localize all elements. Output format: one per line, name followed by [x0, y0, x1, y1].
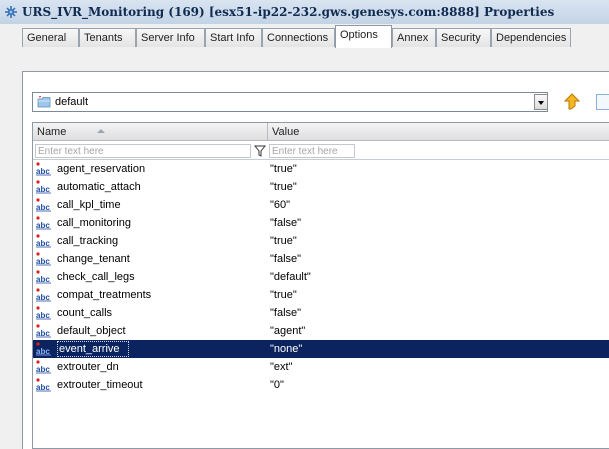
option-value: "60": [270, 199, 291, 211]
tab-start-info[interactable]: Start Info: [205, 28, 262, 47]
option-name: count_calls: [57, 307, 113, 319]
table-row[interactable]: abc check_call_legs "default": [33, 268, 609, 286]
table-row[interactable]: abc extrouter_timeout "0": [33, 376, 609, 394]
table-row[interactable]: abc count_calls "false": [33, 304, 609, 322]
string-option-icon: abc: [36, 324, 51, 338]
string-option-icon: abc: [36, 342, 51, 356]
string-option-icon: abc: [36, 306, 51, 320]
option-name: extrouter_timeout: [57, 379, 143, 391]
option-name: call_monitoring: [57, 217, 131, 229]
option-name: compat_treatments: [57, 289, 152, 301]
option-value: "false": [270, 307, 302, 319]
title-bar[interactable]: URS_IVR_Monitoring (169) [esx51-ip22-232…: [0, 0, 609, 24]
table-row[interactable]: abc call_monitoring "false": [33, 214, 609, 232]
string-option-icon: abc: [36, 288, 51, 302]
option-value: "default": [270, 271, 311, 283]
table-row[interactable]: abc call_kpl_time "60": [33, 196, 609, 214]
tab-options[interactable]: Options: [335, 25, 392, 48]
option-value: "false": [270, 253, 302, 265]
up-level-button[interactable]: [562, 92, 582, 112]
option-name: call_tracking: [57, 235, 119, 247]
option-name: agent_reservation: [57, 163, 146, 175]
table-row[interactable]: abc automatic_attach "true": [33, 178, 609, 196]
column-header-name[interactable]: Name: [33, 123, 267, 140]
filter-row: [33, 142, 609, 160]
tab-dependencies[interactable]: Dependencies: [491, 28, 571, 47]
section-select-value: default: [55, 96, 89, 108]
tab-strip: General Tenants Server Info Start Info C…: [22, 24, 609, 48]
option-value: "false": [270, 217, 302, 229]
filter-icon[interactable]: [254, 145, 266, 157]
option-value: "true": [270, 289, 297, 301]
string-option-icon: abc: [36, 216, 51, 230]
section-select[interactable]: default: [32, 92, 548, 112]
option-name: default_object: [57, 325, 126, 337]
tab-tenants[interactable]: Tenants: [79, 28, 136, 47]
up-arrow-icon: [563, 93, 581, 110]
table-row[interactable]: abc agent_reservation "true": [33, 160, 609, 178]
option-name: check_call_legs: [57, 271, 135, 283]
string-option-icon: abc: [36, 378, 51, 392]
option-name: extrouter_dn: [57, 361, 119, 373]
sort-ascending-icon: [97, 129, 105, 133]
table-row[interactable]: abc extrouter_dn "ext": [33, 358, 609, 376]
string-option-icon: abc: [36, 252, 51, 266]
table-row-selected[interactable]: abc event_arrive "none": [33, 340, 609, 358]
option-value: "true": [270, 235, 297, 247]
grid-rows: abc agent_reservation "true" abc automat…: [33, 160, 609, 394]
table-row[interactable]: abc call_tracking "true": [33, 232, 609, 250]
table-row[interactable]: abc change_tenant "false": [33, 250, 609, 268]
tab-security[interactable]: Security: [436, 28, 491, 47]
string-option-icon: abc: [36, 162, 51, 176]
option-name: call_kpl_time: [57, 199, 121, 211]
option-value: "agent": [270, 325, 306, 337]
tab-general[interactable]: General: [22, 28, 79, 47]
new-section-button[interactable]: [596, 94, 609, 110]
string-option-icon: abc: [36, 234, 51, 248]
window-title: URS_IVR_Monitoring (169) [esx51-ip22-232…: [22, 5, 555, 19]
grid-header: Name Value: [33, 123, 609, 141]
table-row[interactable]: abc compat_treatments "true": [33, 286, 609, 304]
option-name: event_arrive: [57, 341, 129, 357]
tab-server-info[interactable]: Server Info: [136, 28, 205, 47]
string-option-icon: abc: [36, 198, 51, 212]
option-value: "none": [270, 343, 303, 355]
folder-icon: [37, 96, 51, 108]
option-value: "0": [270, 379, 284, 391]
value-filter-input[interactable]: [269, 144, 355, 158]
section-dropdown-button[interactable]: [534, 94, 548, 110]
column-header-value[interactable]: Value: [268, 123, 609, 140]
string-option-icon: abc: [36, 180, 51, 194]
option-value: "true": [270, 181, 297, 193]
app-icon: [5, 6, 17, 18]
string-option-icon: abc: [36, 270, 51, 284]
option-name: change_tenant: [57, 253, 130, 265]
name-filter-input[interactable]: [35, 144, 251, 158]
table-row[interactable]: abc default_object "agent": [33, 322, 609, 340]
option-name: automatic_attach: [57, 181, 141, 193]
tab-connections[interactable]: Connections: [262, 28, 335, 47]
option-value: "true": [270, 163, 297, 175]
tab-annex[interactable]: Annex: [392, 28, 436, 47]
string-option-icon: abc: [36, 360, 51, 374]
chevron-down-icon: [538, 101, 544, 105]
option-value: "ext": [270, 361, 293, 373]
